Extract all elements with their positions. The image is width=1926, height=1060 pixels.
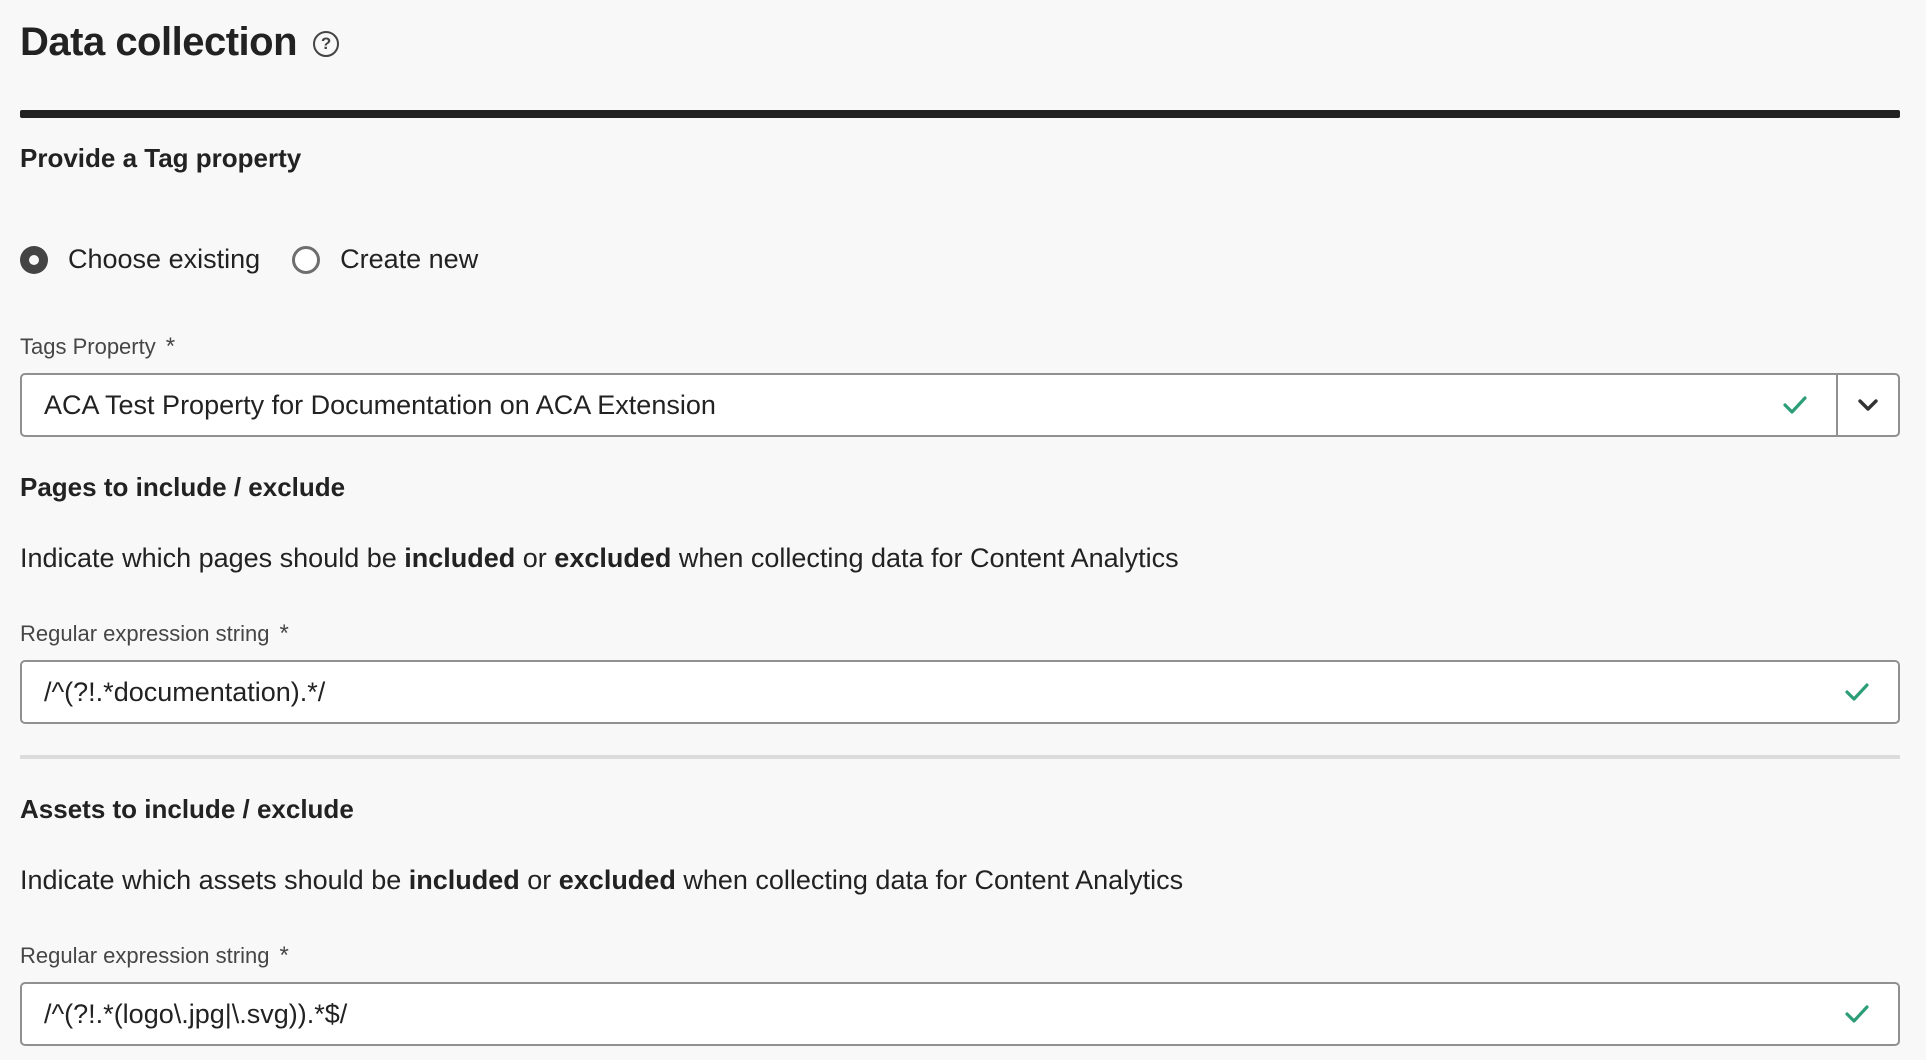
- radio-unselected-icon[interactable]: [292, 245, 321, 274]
- assets-description-text: or: [519, 865, 559, 895]
- tag-property-radio-group: Choose existing Create new: [20, 244, 510, 275]
- radio-label-choose-existing: Choose existing: [68, 244, 261, 274]
- radio-create-new[interactable]: Create new: [292, 244, 478, 275]
- pages-description-text: Indicate which pages should be: [20, 543, 405, 573]
- header-divider: [20, 110, 1900, 118]
- pages-description-text: when collecting data for Content Analyti…: [671, 543, 1179, 573]
- assets-regex-label-text: Regular expression string: [20, 943, 270, 968]
- assets-description-included: included: [408, 865, 520, 895]
- tag-section-heading: Provide a Tag property: [20, 143, 302, 173]
- assets-section-heading: Assets to include / exclude: [20, 794, 354, 824]
- tags-property-dropdown-button[interactable]: [1838, 375, 1898, 435]
- assets-regex-label: Regular expression string *: [20, 942, 289, 970]
- pages-description: Indicate which pages should be included …: [20, 543, 1179, 574]
- chevron-down-icon: [1858, 399, 1878, 411]
- required-asterisk-icon: *: [165, 333, 176, 360]
- title-row: Data collection ?: [20, 20, 340, 65]
- pages-description-excluded: excluded: [554, 543, 672, 573]
- assets-regex-input[interactable]: /^(?!.*(logo\.jpg|\.svg)).*$/: [20, 982, 1900, 1046]
- required-asterisk-icon: *: [279, 942, 289, 969]
- radio-label-create-new: Create new: [340, 244, 479, 274]
- assets-description-text: when collecting data for Content Analyti…: [675, 865, 1184, 895]
- assets-regex-value[interactable]: /^(?!.*(logo\.jpg|\.svg)).*$/: [22, 999, 1842, 1030]
- checkmark-icon: [1780, 390, 1810, 420]
- radio-choose-existing[interactable]: Choose existing: [20, 244, 260, 275]
- assets-description: Indicate which assets should be included…: [20, 865, 1183, 896]
- pages-description-included: included: [404, 543, 516, 573]
- radio-selected-icon[interactable]: [20, 245, 48, 274]
- tags-property-label-text: Tags Property: [20, 334, 156, 359]
- assets-description-text: Indicate which assets should be: [20, 865, 409, 895]
- tags-property-combobox[interactable]: ACA Test Property for Documentation on A…: [20, 373, 1900, 437]
- page-title: Data collection: [20, 20, 298, 64]
- pages-regex-label: Regular expression string *: [20, 620, 289, 648]
- required-asterisk-icon: *: [279, 620, 289, 647]
- assets-description-excluded: excluded: [558, 865, 676, 895]
- section-divider: [20, 755, 1900, 759]
- pages-description-text: or: [515, 543, 555, 573]
- pages-regex-label-text: Regular expression string: [20, 621, 270, 646]
- checkmark-icon: [1842, 677, 1872, 707]
- pages-regex-input[interactable]: /^(?!.*documentation).*/: [20, 660, 1900, 724]
- help-circle-icon[interactable]: ?: [313, 30, 340, 57]
- tags-property-value[interactable]: ACA Test Property for Documentation on A…: [22, 390, 1780, 421]
- pages-section-heading: Pages to include / exclude: [20, 472, 346, 502]
- pages-regex-value[interactable]: /^(?!.*documentation).*/: [22, 677, 1842, 708]
- checkmark-icon: [1842, 999, 1872, 1029]
- tags-property-label: Tags Property *: [20, 333, 175, 361]
